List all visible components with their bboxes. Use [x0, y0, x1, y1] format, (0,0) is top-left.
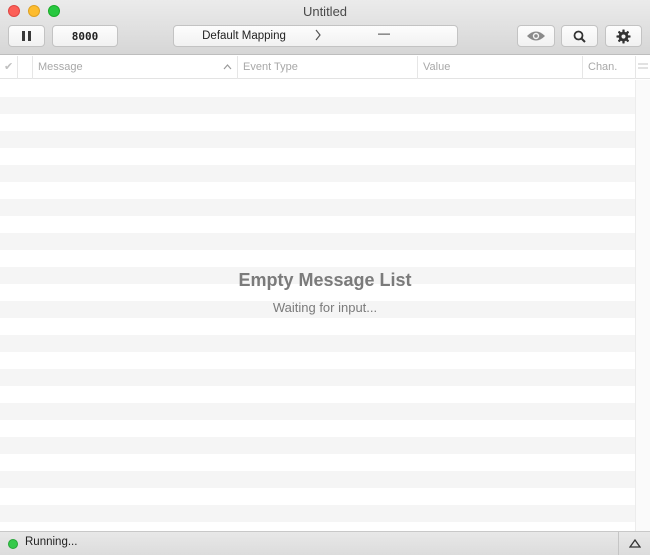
- list-row: [0, 335, 635, 352]
- list-row: [0, 216, 635, 233]
- list-row: [0, 80, 635, 97]
- list-row: [0, 233, 635, 250]
- status-text: Running...: [25, 536, 78, 548]
- chevron-up-icon: [223, 56, 232, 79]
- column-options-icon: [638, 61, 648, 73]
- column-header-channel[interactable]: Chan.: [583, 56, 636, 79]
- empty-state: Empty Message List Waiting for input...: [0, 270, 650, 315]
- search-button[interactable]: [561, 25, 598, 47]
- mapping-label: Default Mapping: [202, 30, 286, 42]
- list-row: [0, 250, 635, 267]
- gear-icon: [616, 28, 631, 44]
- empty-state-subtitle: Waiting for input...: [272, 300, 378, 315]
- column-header-message-label: Message: [38, 61, 83, 73]
- column-options-button[interactable]: [636, 56, 650, 79]
- toggle-panel-button[interactable]: [618, 532, 650, 555]
- list-row: [0, 352, 635, 369]
- list-row: [0, 403, 635, 420]
- list-row: [0, 471, 635, 488]
- list-row: [0, 97, 635, 114]
- column-header-event-type[interactable]: Event Type: [238, 56, 418, 79]
- list-row: [0, 420, 635, 437]
- status-bar: Running...: [0, 531, 650, 555]
- list-row: [0, 369, 635, 386]
- list-row: [0, 454, 635, 471]
- list-row: [0, 182, 635, 199]
- list-row: [0, 199, 635, 216]
- chevron-right-icon: [314, 29, 322, 44]
- list-row: [0, 488, 635, 505]
- empty-state-title: Empty Message List: [238, 270, 412, 290]
- title-bar: Untitled 8000 Default Mapping —: [0, 0, 650, 55]
- column-header-flag[interactable]: [18, 56, 33, 79]
- mapping-secondary-label: —: [378, 26, 390, 40]
- list-row: [0, 522, 635, 531]
- table-header: ✔ Message Event Type Value Chan.: [0, 56, 650, 79]
- list-row: [0, 437, 635, 454]
- list-row: [0, 131, 635, 148]
- search-icon: [573, 30, 586, 43]
- list-row: [0, 148, 635, 165]
- port-button[interactable]: 8000: [52, 25, 118, 47]
- column-header-check[interactable]: ✔: [0, 56, 18, 79]
- eye-button[interactable]: [517, 25, 555, 47]
- list-row: [0, 318, 635, 335]
- eye-icon: [526, 30, 546, 42]
- column-header-message[interactable]: Message: [33, 56, 238, 79]
- app-window: Untitled 8000 Default Mapping — ✔ Messag…: [0, 0, 650, 555]
- mapping-selector[interactable]: Default Mapping —: [173, 25, 458, 47]
- settings-button[interactable]: [605, 25, 642, 47]
- column-header-value[interactable]: Value: [418, 56, 583, 79]
- list-row: [0, 114, 635, 131]
- pause-icon: [21, 31, 33, 41]
- list-row: [0, 505, 635, 522]
- status-indicator: [8, 539, 18, 549]
- list-row: [0, 386, 635, 403]
- list-row: [0, 165, 635, 182]
- window-title: Untitled: [302, 4, 348, 19]
- triangle-up-icon: [628, 539, 641, 548]
- pause-button[interactable]: [8, 25, 45, 47]
